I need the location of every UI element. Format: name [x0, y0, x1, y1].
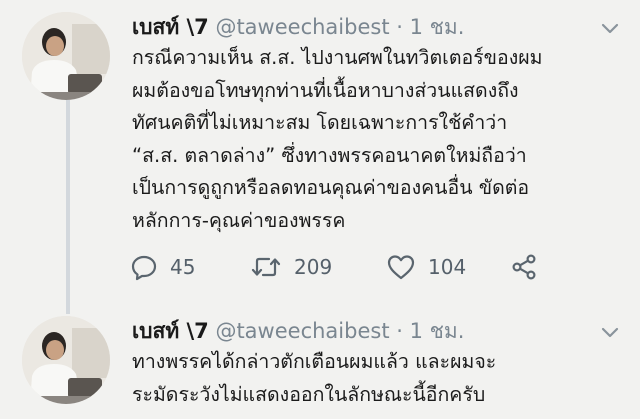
tweet-text-line: “ส.ส. ตลาดล่าง” ซึ่งทางพรรคอนาคตใหม่ถือว…: [132, 143, 527, 167]
user-handle[interactable]: @taweechaibest: [215, 319, 389, 343]
separator-dot: ·: [396, 15, 403, 39]
tweet-text-line: กรณีความเห็น ส.ส. ไปงานศพในทวิตเตอร์ของผ…: [132, 46, 543, 69]
display-name[interactable]: เบสท์ \7: [132, 15, 209, 39]
display-name[interactable]: เบสท์ \7: [132, 319, 209, 343]
tweet-text-line: หลักการ-คุณค่าของพรรค: [132, 208, 346, 232]
tweet-text-line: ทัศนคติที่ไม่เหมาะสม โดยเฉพาะการใช้คำว่า: [132, 111, 508, 134]
user-handle[interactable]: @taweechaibest: [215, 15, 389, 39]
chevron-down-icon: [601, 327, 619, 338]
timestamp[interactable]: 1 ชม.: [410, 15, 465, 39]
like-button[interactable]: 104: [386, 252, 466, 282]
avatar[interactable]: [22, 316, 110, 404]
share-icon: [512, 254, 536, 280]
user-avatar-icon: [22, 316, 110, 404]
reply-icon: [131, 255, 157, 281]
chevron-down-icon: [601, 23, 619, 34]
retweet-icon: [251, 257, 281, 277]
tweet-menu-button[interactable]: [598, 16, 622, 40]
tweet-menu-button[interactable]: [598, 320, 622, 344]
tweet-text-line: ระมัดระวังไม่แสดงออกในลักษณะนี้อีกครับ: [132, 382, 486, 406]
timestamp[interactable]: 1 ชม.: [410, 319, 465, 343]
thread-connector-line: [66, 92, 70, 314]
tweet-header: เบสท์ \7 @taweechaibest · 1 ชม.: [132, 316, 464, 346]
share-button[interactable]: [510, 252, 538, 282]
tweet-text-line: ทางพรรคได้กล่าวตักเตือนผมแล้ว และผมจะ: [132, 350, 497, 373]
like-count: 104: [428, 255, 467, 279]
heart-icon: [387, 255, 415, 280]
reply-button[interactable]: 45: [130, 252, 195, 282]
tweet-text-line: ผมต้องขอโทษทุกท่านที่เนื้อหาบางส่วนแสดงถ…: [132, 78, 519, 102]
tweet-text: กรณีความเห็น ส.ส. ไปงานศพในทวิตเตอร์ของผ…: [132, 42, 622, 237]
retweet-count: 209: [294, 255, 333, 279]
tweet-action-bar: 45 209 104: [130, 252, 550, 282]
separator-dot: ·: [396, 319, 403, 343]
retweet-button[interactable]: 209: [250, 252, 332, 282]
tweet-text-line: เป็นการดูถูกหรือลดทอนคุณค่าของคนอื่น ขัด…: [132, 176, 530, 199]
reply-count: 45: [170, 255, 196, 279]
tweet-header: เบสท์ \7 @taweechaibest · 1 ชม.: [132, 12, 464, 42]
tweet-text: ทางพรรคได้กล่าวตักเตือนผมแล้ว และผมจะ ระ…: [132, 346, 622, 411]
avatar[interactable]: [22, 12, 110, 100]
user-avatar-icon: [22, 12, 110, 100]
